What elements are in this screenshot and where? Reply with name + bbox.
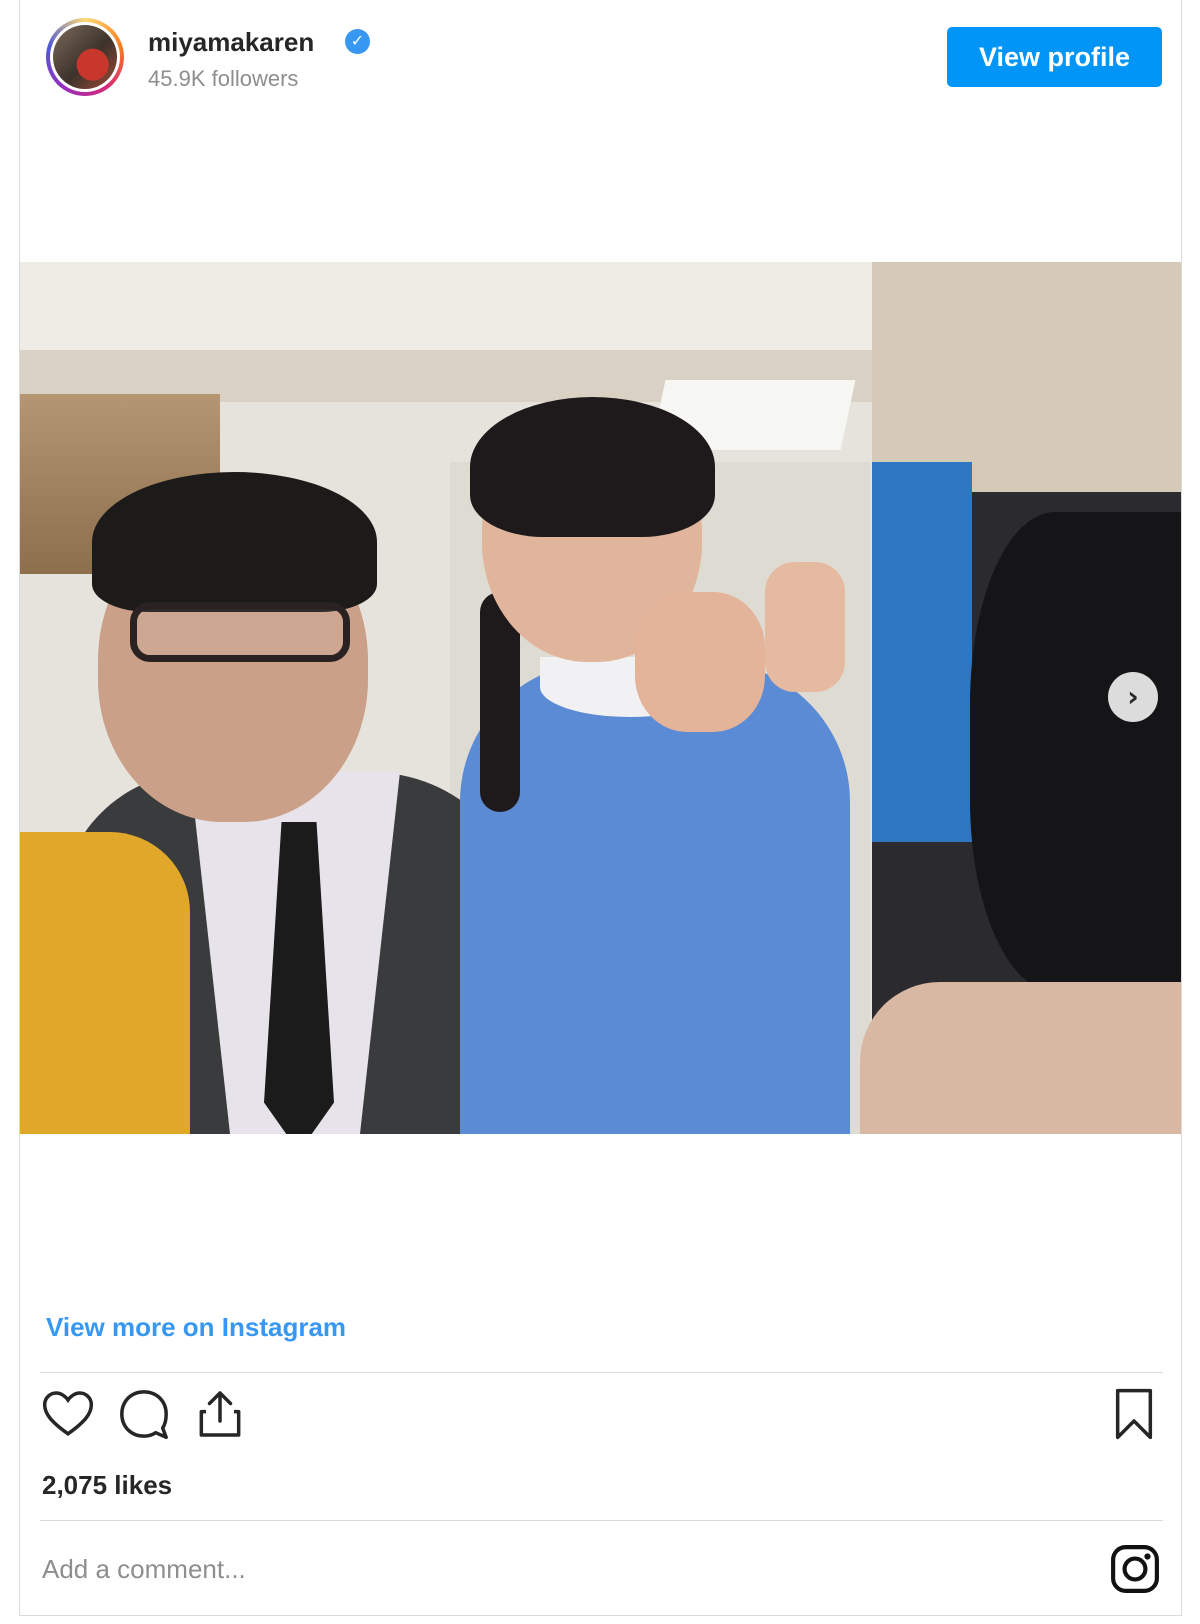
chevron-right-icon: › — [1127, 680, 1139, 713]
view-profile-button[interactable]: View profile — [947, 27, 1162, 87]
avatar[interactable] — [46, 18, 124, 96]
divider — [40, 1520, 1163, 1521]
view-more-link[interactable]: View more on Instagram — [46, 1312, 346, 1343]
next-image-button[interactable]: › — [1108, 672, 1158, 722]
heart-icon[interactable] — [40, 1386, 96, 1442]
instagram-logo-icon[interactable] — [1110, 1544, 1160, 1594]
share-icon[interactable] — [192, 1386, 248, 1442]
avatar-photo — [53, 25, 117, 89]
divider — [40, 1372, 1163, 1373]
like-count: 2,075 likes — [42, 1470, 173, 1500]
verified-badge-icon: ✓ — [345, 29, 370, 54]
comment-bubble-icon[interactable] — [116, 1386, 172, 1442]
username[interactable]: miyamakaren — [148, 27, 314, 58]
instagram-embed-card: miyamakaren ✓ 45.9K followers View profi… — [19, 0, 1182, 1616]
follower-count: 45.9K followers — [148, 66, 299, 91]
post-header: miyamakaren ✓ 45.9K followers View profi… — [20, 0, 1181, 100]
bookmark-icon[interactable] — [1106, 1386, 1162, 1442]
post-image[interactable]: › — [20, 262, 1181, 1134]
comment-input[interactable] — [40, 1540, 1044, 1598]
photo-print — [20, 262, 872, 1134]
